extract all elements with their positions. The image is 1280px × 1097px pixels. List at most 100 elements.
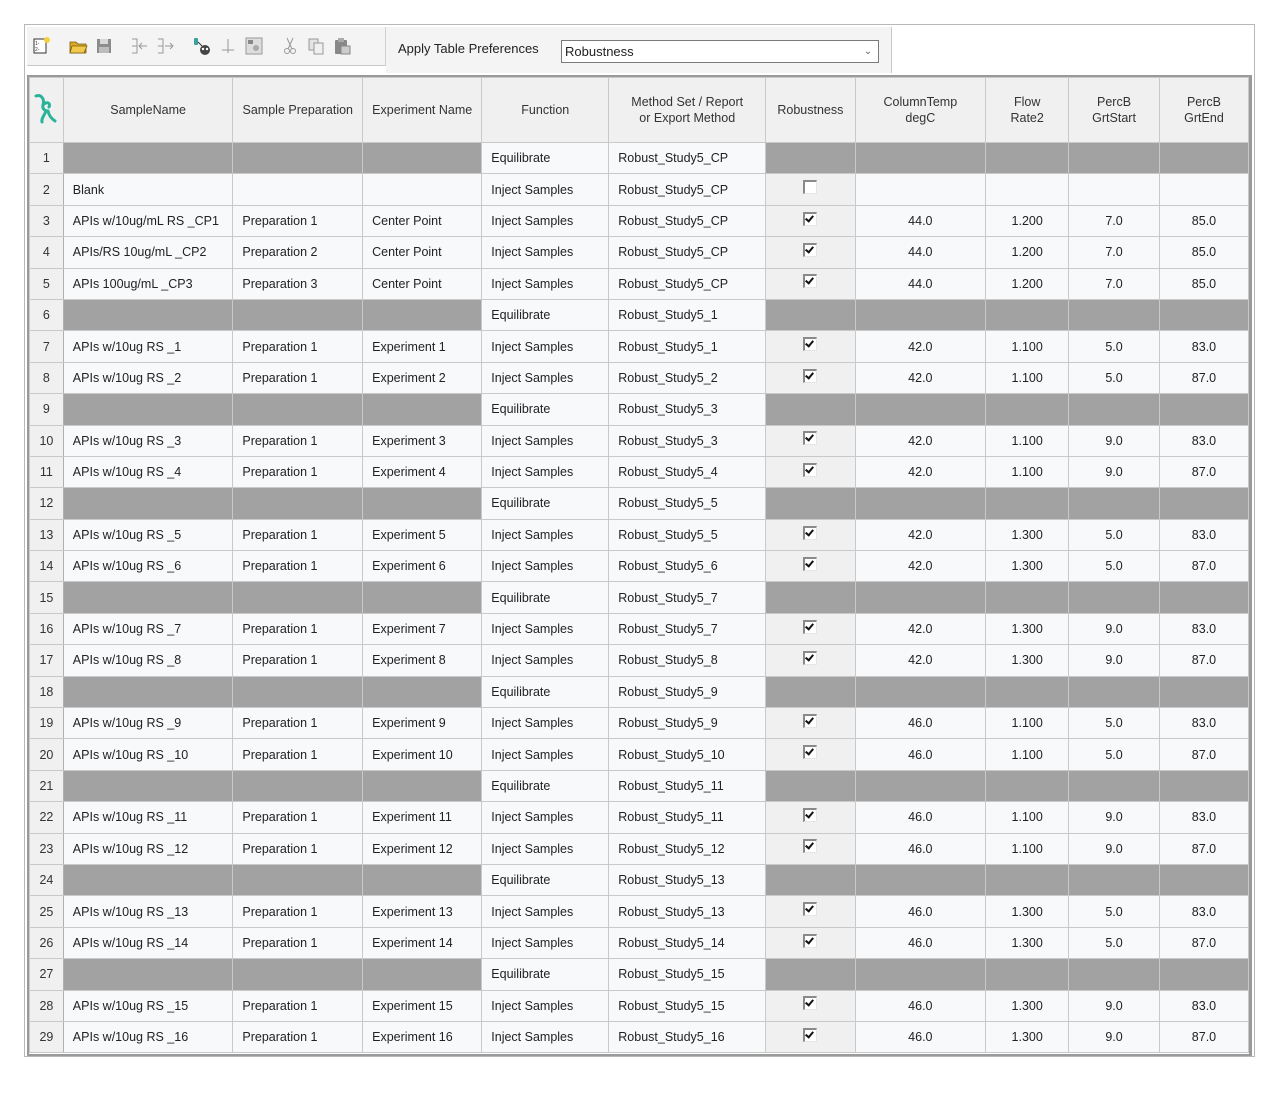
column-header-percb-grtstart[interactable]: PercB GrtStart <box>1068 77 1160 143</box>
cell-robustness[interactable] <box>765 141 856 175</box>
cell-flow-rate2[interactable]: 1.200 <box>985 236 1070 269</box>
cell-percb-grtstart[interactable] <box>1068 958 1160 991</box>
cell-percb-grtstart[interactable]: 5.0 <box>1068 707 1160 740</box>
row-number[interactable]: 4 <box>29 236 64 269</box>
cell-samplename[interactable]: APIs w/10ug RS _9 <box>62 707 234 740</box>
column-header-sample-preparation[interactable]: Sample Preparation <box>232 77 364 143</box>
cell-samplename[interactable]: APIs w/10ug RS _7 <box>62 612 234 646</box>
cell-samplename[interactable]: APIs w/10ug RS _10 <box>62 738 234 771</box>
column-header-flow-rate2[interactable]: Flow Rate2 <box>985 77 1070 143</box>
cell-method-set[interactable]: Robust_Study5_10 <box>608 738 767 771</box>
cell-method-set[interactable]: Robust_Study5_15 <box>608 989 767 1022</box>
cell-function[interactable]: Equilibrate <box>481 298 610 332</box>
cell-experiment-name[interactable] <box>362 581 483 614</box>
cell-robustness[interactable] <box>765 644 856 677</box>
cell-method-set[interactable]: Robust_Study5_14 <box>608 926 767 960</box>
cell-flow-rate2[interactable] <box>985 863 1070 897</box>
cell-robustness[interactable] <box>765 707 856 740</box>
cell-flow-rate2[interactable] <box>985 769 1070 803</box>
cell-samplename[interactable]: APIs w/10ug RS _16 <box>62 1020 234 1054</box>
row-number[interactable]: 20 <box>29 738 64 771</box>
cell-experiment-name[interactable]: Experiment 8 <box>362 644 483 677</box>
table-row-equilibrate[interactable]: 12 Equilibrate Robust_Study5_5 <box>29 487 1249 520</box>
table-row[interactable]: 10 APIs w/10ug RS _3 Preparation 1 Experime… <box>29 424 1249 457</box>
cell-experiment-name[interactable]: Experiment 2 <box>362 361 483 395</box>
row-number[interactable]: 13 <box>29 518 64 552</box>
robustness-checkbox-checked[interactable] <box>803 274 818 289</box>
cell-sample-preparation[interactable] <box>232 173 364 206</box>
cell-function[interactable]: Inject Samples <box>481 550 610 583</box>
cell-percb-grtstart[interactable]: 7.0 <box>1068 236 1160 269</box>
robustness-checkbox-checked[interactable] <box>803 337 818 352</box>
insert-row-icon[interactable] <box>129 35 151 57</box>
cell-percb-grtstart[interactable] <box>1068 487 1160 520</box>
cell-method-set[interactable]: Robust_Study5_8 <box>608 644 767 677</box>
robustness-checkbox-checked[interactable] <box>803 462 818 477</box>
cell-columntemp[interactable] <box>854 173 987 206</box>
table-row-equilibrate[interactable]: 24 Equilibrate Robust_Study5_13 <box>29 863 1249 897</box>
cell-robustness[interactable] <box>765 298 856 332</box>
cell-columntemp[interactable]: 42.0 <box>854 361 987 395</box>
cell-experiment-name[interactable]: Experiment 16 <box>362 1020 483 1054</box>
cell-robustness[interactable] <box>765 863 856 897</box>
cell-flow-rate2[interactable]: 1.300 <box>985 989 1070 1022</box>
cell-experiment-name[interactable] <box>362 958 483 991</box>
cell-percb-grtend[interactable]: 85.0 <box>1158 236 1249 269</box>
cell-experiment-name[interactable] <box>362 769 483 803</box>
cell-flow-rate2[interactable]: 1.200 <box>985 204 1070 238</box>
cell-robustness[interactable] <box>765 550 856 583</box>
cell-experiment-name[interactable]: Experiment 14 <box>362 926 483 960</box>
cell-percb-grtend[interactable] <box>1158 769 1249 803</box>
cell-columntemp[interactable]: 44.0 <box>854 204 987 238</box>
cell-percb-grtend[interactable] <box>1158 863 1249 897</box>
cell-robustness[interactable] <box>765 581 856 614</box>
cell-samplename[interactable]: APIs w/10ug RS _8 <box>62 644 234 677</box>
cell-robustness[interactable] <box>765 330 856 363</box>
select-all-corner[interactable] <box>29 77 64 143</box>
cell-flow-rate2[interactable]: 1.100 <box>985 832 1070 865</box>
cell-columntemp[interactable]: 42.0 <box>854 518 987 552</box>
cell-experiment-name[interactable]: Experiment 1 <box>362 330 483 363</box>
cell-percb-grtstart[interactable]: 5.0 <box>1068 361 1160 395</box>
row-number[interactable]: 6 <box>29 298 64 332</box>
cell-experiment-name[interactable]: Experiment 3 <box>362 424 483 457</box>
cell-percb-grtstart[interactable] <box>1068 173 1160 206</box>
cell-samplename[interactable]: APIs w/10ug RS _1 <box>62 330 234 363</box>
cell-percb-grtend[interactable] <box>1158 581 1249 614</box>
robustness-checkbox-checked[interactable] <box>803 243 818 258</box>
cell-sample-preparation[interactable]: Preparation 1 <box>232 926 364 960</box>
table-row[interactable]: 11 APIs w/10ug RS _4 Preparation 1 Experime… <box>29 455 1249 489</box>
cell-sample-preparation[interactable]: Preparation 1 <box>232 550 364 583</box>
row-number[interactable]: 24 <box>29 863 64 897</box>
row-number[interactable]: 27 <box>29 958 64 991</box>
column-header-samplename[interactable]: SampleName <box>62 77 234 143</box>
cell-method-set[interactable]: Robust_Study5_12 <box>608 832 767 865</box>
cell-function[interactable]: Equilibrate <box>481 141 610 175</box>
cell-percb-grtstart[interactable]: 5.0 <box>1068 895 1160 928</box>
cell-flow-rate2[interactable]: 1.100 <box>985 361 1070 395</box>
cell-function[interactable]: Inject Samples <box>481 204 610 238</box>
cell-percb-grtend[interactable]: 83.0 <box>1158 424 1249 457</box>
cell-flow-rate2[interactable]: 1.300 <box>985 612 1070 646</box>
cell-method-set[interactable]: Robust_Study5_11 <box>608 801 767 834</box>
table-row-equilibrate[interactable]: 9 Equilibrate Robust_Study5_3 <box>29 393 1249 426</box>
cell-flow-rate2[interactable]: 1.300 <box>985 1020 1070 1054</box>
cell-percb-grtend[interactable] <box>1158 958 1249 991</box>
cell-samplename[interactable]: APIs w/10ug RS _13 <box>62 895 234 928</box>
row-number[interactable]: 10 <box>29 424 64 457</box>
table-row[interactable]: 7 APIs w/10ug RS _1 Preparation 1 Experimen… <box>29 330 1249 363</box>
cell-flow-rate2[interactable]: 1.300 <box>985 926 1070 960</box>
cell-flow-rate2[interactable]: 1.100 <box>985 455 1070 489</box>
table-row[interactable]: 16 APIs w/10ug RS _7 Preparation 1 Experime… <box>29 612 1249 646</box>
robustness-checkbox-checked[interactable] <box>803 902 818 917</box>
table-row[interactable]: 28 APIs w/10ug RS _15 Preparation 1 Experim… <box>29 989 1249 1022</box>
cell-method-set[interactable]: Robust_Study5_5 <box>608 487 767 520</box>
row-number[interactable]: 15 <box>29 581 64 614</box>
cell-percb-grtstart[interactable] <box>1068 298 1160 332</box>
table-row[interactable]: 3 APIs w/10ug/mL RS _CP1 Preparation 1 Cent… <box>29 204 1249 238</box>
column-header-percb-grtend[interactable]: PercB GrtEnd <box>1158 77 1249 143</box>
cell-columntemp[interactable] <box>854 487 987 520</box>
cell-samplename[interactable] <box>62 769 234 803</box>
cell-samplename[interactable]: APIs w/10ug RS _12 <box>62 832 234 865</box>
cell-experiment-name[interactable] <box>362 141 483 175</box>
